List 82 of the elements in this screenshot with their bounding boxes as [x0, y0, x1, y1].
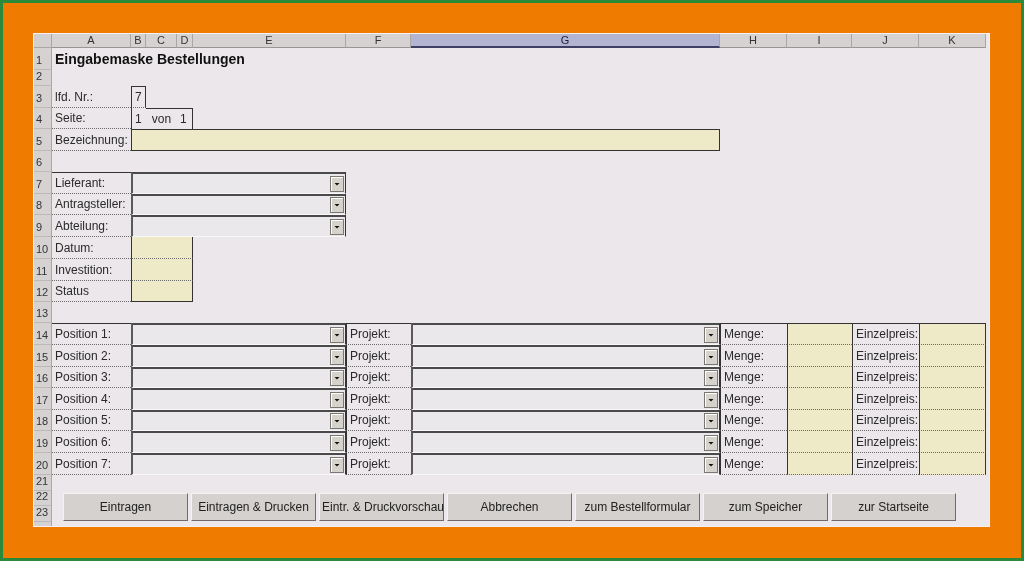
column-header[interactable]: B — [131, 34, 146, 48]
row-header[interactable]: 17 — [34, 388, 52, 410]
row-header[interactable]: 6 — [34, 151, 52, 172]
input-field[interactable] — [131, 237, 193, 259]
action-button[interactable]: zum Bestellformular — [575, 493, 700, 521]
quantity-field[interactable] — [787, 345, 852, 367]
row-header[interactable]: 1 — [34, 48, 52, 70]
column-header[interactable]: J — [852, 34, 919, 48]
row-header[interactable]: 20 — [34, 453, 52, 475]
quantity-field[interactable] — [787, 431, 852, 453]
column-header[interactable]: D — [177, 34, 193, 48]
row-header-strip — [34, 522, 52, 526]
dropdown-field[interactable] — [411, 345, 720, 367]
dropdown-field[interactable] — [131, 453, 346, 475]
row-header[interactable]: 15 — [34, 345, 52, 367]
dropdown-field[interactable] — [411, 388, 720, 410]
row-header[interactable]: 21 — [34, 475, 52, 491]
row-header[interactable]: 7 — [34, 172, 52, 194]
action-button[interactable]: Abbrechen — [447, 493, 572, 521]
number-value: 7 — [131, 86, 146, 108]
quantity-field[interactable] — [787, 323, 852, 345]
column-header[interactable]: A — [52, 34, 131, 48]
price-field[interactable] — [919, 367, 986, 388]
row-header[interactable]: 3 — [34, 86, 52, 108]
dropdown-field[interactable] — [131, 172, 346, 194]
column-header[interactable]: E — [193, 34, 346, 48]
dropdown-field[interactable] — [131, 194, 346, 215]
action-button[interactable]: Eintragen — [63, 493, 188, 521]
quantity-field[interactable] — [787, 410, 852, 431]
action-button[interactable]: zum Speicher — [703, 493, 828, 521]
field-label: lfd. Nr.: — [52, 86, 131, 108]
dropdown-field[interactable] — [131, 215, 346, 237]
row-header[interactable]: 8 — [34, 194, 52, 215]
price-field[interactable] — [919, 388, 986, 410]
input-field[interactable] — [131, 259, 193, 281]
dropdown-field[interactable] — [131, 410, 346, 431]
row-header[interactable]: 22 — [34, 491, 52, 506]
dropdown-field[interactable] — [411, 367, 720, 388]
form-title: Eingabemaske Bestellungen — [54, 50, 246, 69]
row-header[interactable]: 16 — [34, 367, 52, 388]
row-header[interactable]: 13 — [34, 302, 52, 323]
sheet-corner — [34, 34, 52, 48]
dropdown-field[interactable] — [411, 431, 720, 453]
price-field[interactable] — [919, 410, 986, 431]
input-field[interactable] — [131, 281, 193, 302]
dropdown-field[interactable] — [131, 345, 346, 367]
column-header[interactable]: H — [720, 34, 787, 48]
quantity-field[interactable] — [787, 388, 852, 410]
dropdown-field[interactable] — [131, 323, 346, 345]
row-header[interactable]: 14 — [34, 323, 52, 345]
dropdown-field[interactable] — [411, 323, 720, 345]
row-header[interactable]: 10 — [34, 237, 52, 259]
column-header[interactable]: G — [411, 34, 720, 48]
column-header[interactable]: C — [146, 34, 177, 48]
column-header[interactable]: K — [919, 34, 986, 48]
action-button[interactable]: Eintr. & Druckvorschau — [319, 493, 444, 521]
field-label: Seite: — [52, 108, 131, 129]
row-header[interactable]: 9 — [34, 215, 52, 237]
dropdown-field[interactable] — [131, 367, 346, 388]
row-header[interactable]: 18 — [34, 410, 52, 431]
price-field[interactable] — [919, 453, 986, 475]
column-header[interactable]: I — [787, 34, 852, 48]
price-field[interactable] — [919, 323, 986, 345]
input-field[interactable] — [131, 129, 720, 151]
row-header[interactable]: 12 — [34, 281, 52, 302]
row-header[interactable]: 23 — [34, 506, 52, 522]
action-button[interactable]: zur Startseite — [831, 493, 956, 521]
dropdown-field[interactable] — [411, 453, 720, 475]
row-header[interactable]: 19 — [34, 431, 52, 453]
row-header[interactable]: 4 — [34, 108, 52, 129]
column-header[interactable]: F — [346, 34, 411, 48]
quantity-field[interactable] — [787, 367, 852, 388]
action-button[interactable]: Eintragen & Drucken — [191, 493, 316, 521]
row-header[interactable]: 5 — [34, 129, 52, 151]
row-header[interactable]: 11 — [34, 259, 52, 281]
dropdown-field[interactable] — [131, 388, 346, 410]
dropdown-field[interactable] — [411, 410, 720, 431]
row-header[interactable]: 2 — [34, 70, 52, 86]
price-field[interactable] — [919, 345, 986, 367]
quantity-field[interactable] — [787, 453, 852, 475]
price-field[interactable] — [919, 431, 986, 453]
dropdown-field[interactable] — [131, 431, 346, 453]
